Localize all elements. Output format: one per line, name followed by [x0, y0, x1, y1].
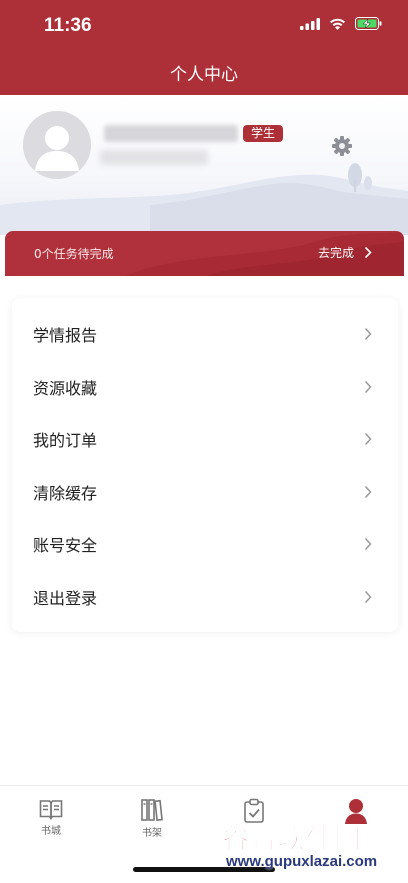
menu-item-label: 我的订单 — [33, 431, 98, 451]
menu-item-label: 清除缓存 — [33, 483, 98, 503]
menu-item-logout[interactable]: 退出登录 — [12, 571, 398, 624]
status-icons — [300, 17, 382, 30]
status-time: 11:36 — [44, 15, 92, 36]
chevron-right-icon — [364, 590, 372, 603]
pending-tasks-banner[interactable]: 0个任务待完成 去完成 — [5, 231, 404, 276]
pending-tasks-text: 0个任务待完成 — [34, 247, 114, 261]
avatar[interactable] — [23, 111, 91, 179]
chevron-right-icon — [364, 538, 372, 551]
book-open-icon — [39, 800, 63, 820]
tab-profile[interactable] — [326, 798, 386, 826]
chevron-right-icon — [364, 328, 372, 341]
role-badge: 学生 — [243, 125, 284, 142]
chevron-right-icon — [364, 380, 372, 393]
profile-section: 学生 — [0, 95, 408, 235]
tab-tasks[interactable] — [224, 798, 284, 826]
bookshelf-icon — [141, 799, 163, 822]
user-info-redacted — [100, 150, 208, 165]
tab-bookstore[interactable]: 书城 — [21, 798, 81, 837]
menu-item-orders[interactable]: 我的订单 — [12, 413, 398, 466]
wifi-icon — [330, 18, 345, 30]
tab-bookshelf[interactable]: 书架 — [122, 798, 182, 839]
clipboard-check-icon — [244, 798, 264, 823]
menu-item-label: 退出登录 — [33, 588, 98, 608]
battery-charging-icon — [355, 17, 382, 30]
chevron-right-icon — [364, 433, 372, 446]
menu-item-label: 账号安全 — [33, 536, 98, 556]
signal-icon — [300, 17, 320, 30]
menu-item-clear-cache[interactable]: 清除缓存 — [12, 466, 398, 519]
menu-item-label: 资源收藏 — [33, 378, 98, 398]
settings-gear-icon[interactable] — [331, 135, 353, 157]
go-complete-link[interactable]: 去完成 — [318, 244, 372, 261]
default-avatar-icon — [23, 111, 91, 179]
chevron-right-icon — [364, 485, 372, 498]
page-title: 个人中心 — [170, 65, 238, 85]
top-header: 11:36 个人中心 — [0, 0, 408, 95]
menu-item-study-report[interactable]: 学情报告 — [12, 308, 398, 361]
menu-card: 学情报告 资源收藏 我的订单 清除缓存 账号安全 退出登录 — [12, 298, 398, 632]
tab-label: 书架 — [142, 828, 162, 839]
menu-item-label: 学情报告 — [33, 326, 98, 346]
go-complete-label: 去完成 — [317, 246, 354, 260]
person-icon — [345, 799, 367, 824]
home-indicator — [133, 867, 275, 872]
tab-label: 书城 — [41, 826, 61, 837]
username-redacted — [104, 125, 238, 142]
menu-item-account-security[interactable]: 账号安全 — [12, 518, 398, 571]
chevron-right-icon — [364, 246, 372, 259]
menu-item-favorites[interactable]: 资源收藏 — [12, 361, 398, 414]
